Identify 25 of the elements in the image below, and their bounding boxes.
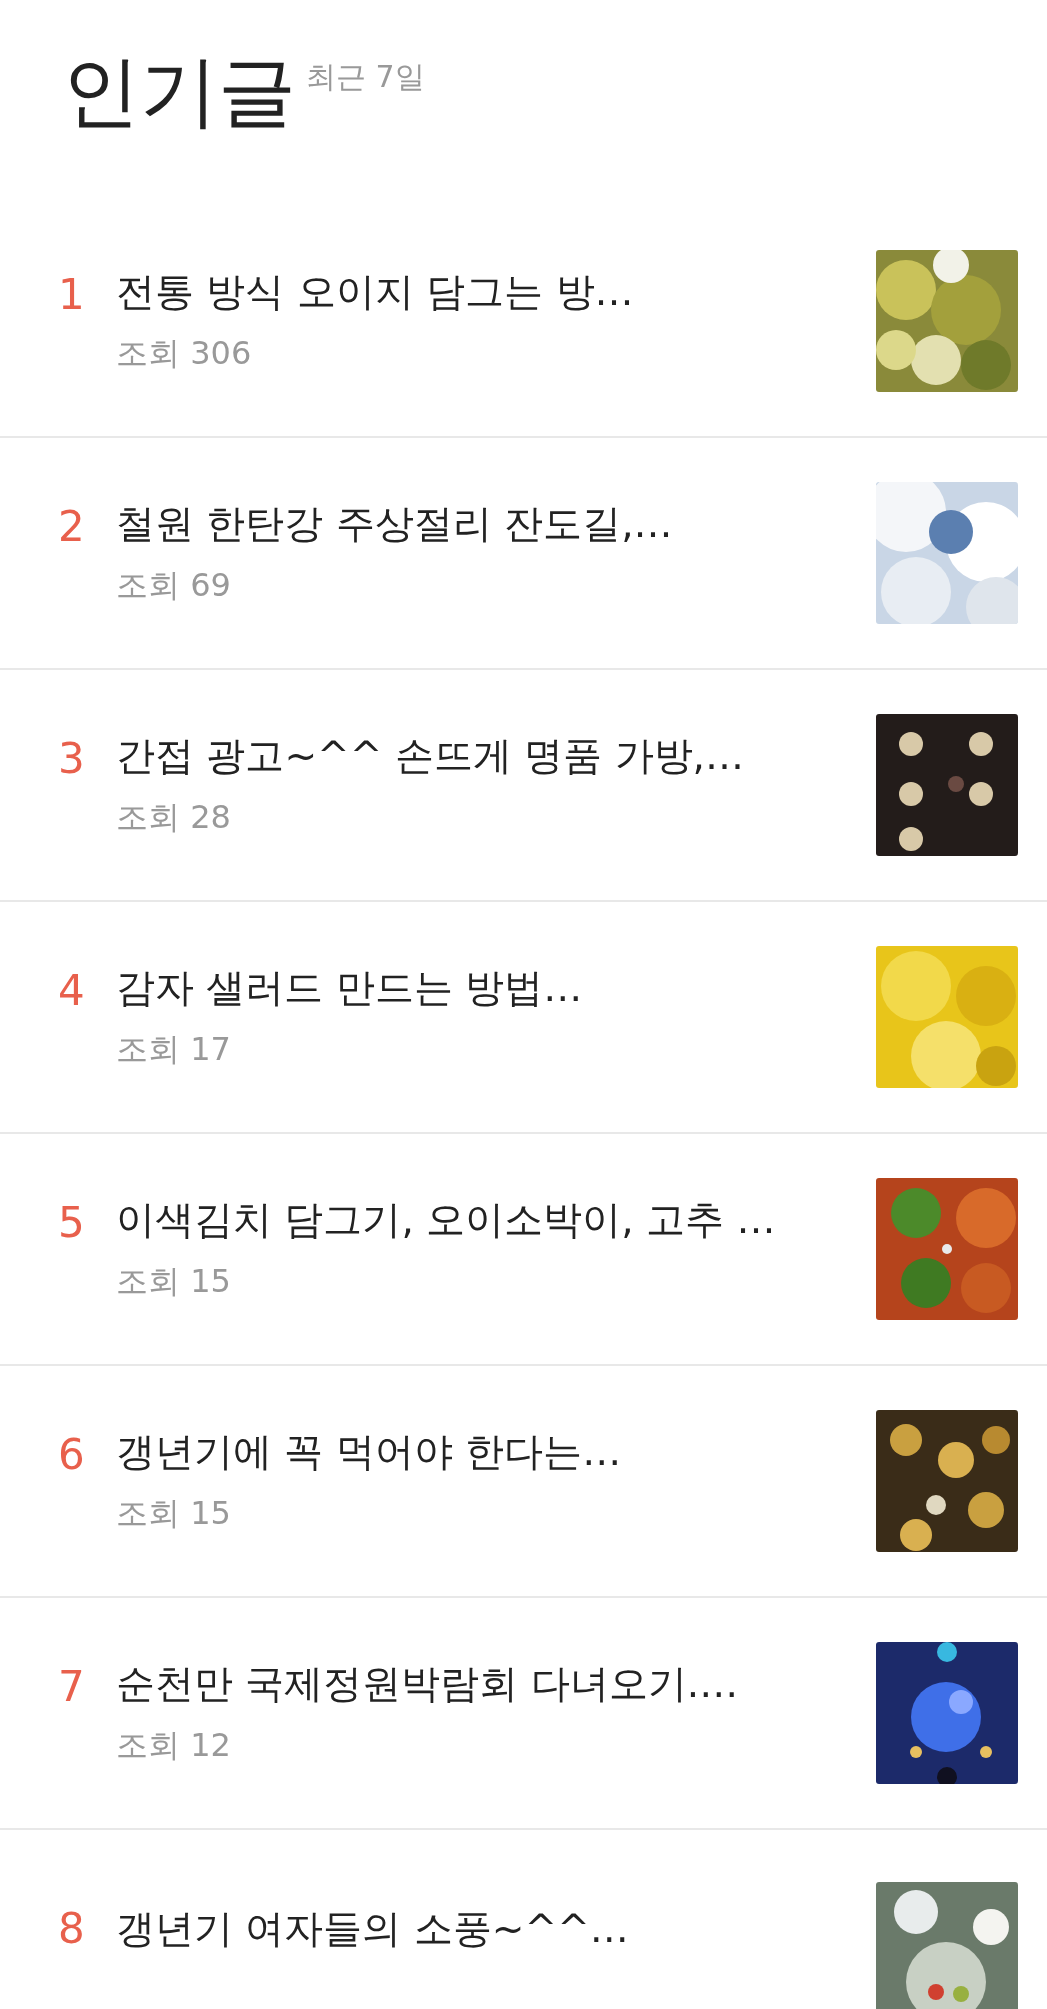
- post-title-link[interactable]: 이색김치 담그기, 오이소박이, 고추 …: [116, 1197, 776, 1245]
- view-count: 조회 306: [116, 334, 252, 373]
- post-title-link[interactable]: 감자 샐러드 만드는 방법…: [116, 965, 583, 1013]
- rank-number: 8: [58, 1904, 86, 1950]
- rank-number: 2: [58, 502, 86, 548]
- post-title-link[interactable]: 전통 방식 오이지 담그는 방…: [116, 269, 634, 317]
- view-count: 조회 69: [116, 566, 231, 605]
- rank-number: 1: [58, 270, 86, 316]
- rank-number: 3: [58, 734, 86, 780]
- view-count: 조회 12: [116, 1726, 231, 1765]
- post-title-link[interactable]: 갱년기에 꼭 먹어야 한다는…: [116, 1429, 622, 1477]
- rank-number: 6: [58, 1430, 86, 1476]
- rank-number: 4: [58, 966, 86, 1012]
- post-title-link[interactable]: 간접 광고~^^ 손뜨게 명품 가방,…: [116, 733, 745, 781]
- period-label: 최근 7일: [306, 58, 425, 96]
- view-count: 조회 15: [116, 1262, 231, 1301]
- page-title: 인기글: [62, 52, 296, 130]
- post-title-link[interactable]: 갱년기 여자들의 소풍~^^…: [116, 1906, 629, 1953]
- rank-number: 7: [58, 1662, 86, 1708]
- view-count: 조회 15: [116, 1494, 231, 1533]
- view-count: 조회 17: [116, 1030, 231, 1069]
- post-title-link[interactable]: 철원 한탄강 주상절리 잔도길,…: [116, 501, 673, 549]
- view-count: 조회 28: [116, 798, 231, 837]
- rank-number: 5: [58, 1198, 86, 1244]
- post-title-link[interactable]: 순천만 국제정원박람회 다녀오기.…: [116, 1661, 739, 1709]
